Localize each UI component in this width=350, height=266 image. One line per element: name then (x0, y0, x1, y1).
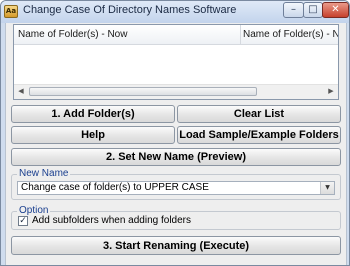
maximize-button[interactable]: □ (303, 2, 323, 18)
window-title: Change Case Of Directory Names Software (23, 4, 237, 16)
option-group: Option ✓ Add subfolders when adding fold… (11, 204, 341, 230)
chevron-down-icon[interactable]: ▼ (320, 182, 334, 194)
title-bar[interactable]: Aa Change Case Of Directory Names Softwa… (1, 1, 349, 23)
add-subfolders-label[interactable]: Add subfolders when adding folders (32, 214, 191, 227)
column-header-new[interactable]: Name of Folder(s) - New Na (243, 25, 338, 44)
horizontal-scrollbar[interactable]: ◀ ▶ (14, 84, 338, 99)
set-new-name-button[interactable]: 2. Set New Name (Preview) (11, 148, 341, 166)
case-option-select[interactable]: Change case of folder(s) to UPPER CASE ▼ (17, 181, 335, 195)
folder-list[interactable]: Name of Folder(s) - Now Name of Folder(s… (13, 24, 339, 100)
close-button[interactable]: ✕ (322, 2, 349, 18)
app-icon: Aa (4, 5, 18, 18)
app-window: Aa Change Case Of Directory Names Softwa… (0, 0, 350, 266)
clear-list-button[interactable]: Clear List (177, 105, 341, 123)
new-name-legend: New Name (17, 167, 71, 180)
main-panel: Name of Folder(s) - Now Name of Folder(s… (5, 23, 347, 265)
scrollbar-thumb[interactable] (29, 87, 257, 96)
help-button[interactable]: Help (11, 126, 175, 144)
list-header: Name of Folder(s) - Now Name of Folder(s… (14, 25, 338, 45)
add-folders-button[interactable]: 1. Add Folder(s) (11, 105, 175, 123)
load-sample-button[interactable]: Load Sample/Example Folders (177, 126, 341, 144)
scroll-left-icon[interactable]: ◀ (14, 85, 28, 98)
column-header-now[interactable]: Name of Folder(s) - Now (18, 25, 241, 44)
case-option-value: Change case of folder(s) to UPPER CASE (21, 182, 209, 193)
start-renaming-button[interactable]: 3. Start Renaming (Execute) (11, 236, 341, 255)
new-name-group: New Name Change case of folder(s) to UPP… (11, 167, 341, 200)
add-subfolders-checkbox[interactable]: ✓ (18, 216, 28, 226)
minimize-button[interactable]: – (283, 2, 304, 18)
scroll-right-icon[interactable]: ▶ (324, 85, 338, 98)
